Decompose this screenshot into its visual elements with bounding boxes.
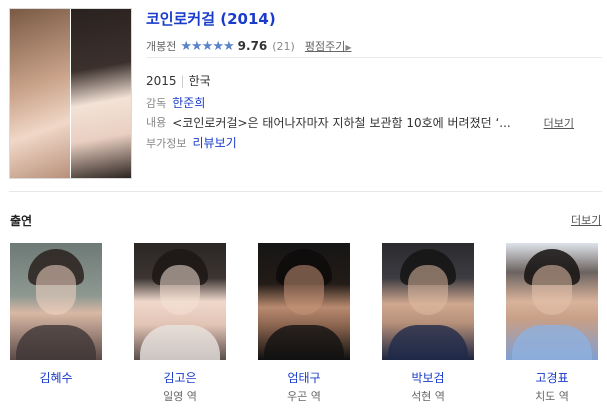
cast-name[interactable]: 김고은	[134, 371, 226, 385]
photo-face	[532, 265, 572, 315]
cast-role: 일영 역	[163, 390, 197, 403]
cast-name[interactable]: 고경표	[506, 371, 598, 385]
cast-section-title: 출연	[10, 214, 33, 228]
section-divider	[9, 191, 602, 192]
cast-member: 엄태구 우곤 역	[258, 243, 350, 403]
cast-more-link[interactable]: 더보기	[571, 212, 601, 228]
release-year: 2015	[146, 74, 177, 88]
chevron-right-icon: ▶	[345, 43, 352, 52]
release-info: 2015 | 한국	[146, 72, 211, 89]
poster-left-portrait	[10, 9, 70, 178]
cast-member: 김혜수	[10, 243, 102, 390]
photo-body	[388, 325, 468, 360]
poster-right-portrait	[71, 9, 131, 178]
cast-photo[interactable]	[258, 243, 350, 360]
movie-year: (2014)	[220, 9, 276, 28]
director-label: 감독	[146, 97, 167, 110]
cast-role: 치도 역	[535, 390, 569, 403]
cast-role: 우곤 역	[287, 390, 321, 403]
cast-member: 김고은 일영 역	[134, 243, 226, 403]
cast-name[interactable]: 박보검	[382, 371, 474, 385]
rate-movie-label: 평점주기	[304, 40, 346, 53]
plot-more-link[interactable]: 더보기	[544, 115, 574, 131]
rating-row: 개봉전 ★★★★★ 9.76 (21) 평점주기▶	[146, 35, 602, 58]
star-rating-icon: ★★★★★	[180, 38, 234, 54]
cast-photo[interactable]	[10, 243, 102, 360]
plot-info: 내용 <코인로커걸>은 태어나자마자 지하철 보관함 10호에 버려졌던 ‘...	[146, 114, 602, 131]
separator: |	[180, 74, 185, 88]
photo-body	[16, 325, 96, 360]
photo-body	[264, 325, 344, 360]
cast-photo[interactable]	[134, 243, 226, 360]
photo-face	[408, 265, 448, 315]
rate-movie-link[interactable]: 평점주기▶	[305, 38, 352, 54]
photo-face	[36, 265, 76, 315]
cast-member: 박보검 석현 역	[382, 243, 474, 403]
photo-body	[512, 325, 592, 360]
movie-poster[interactable]	[9, 8, 132, 179]
plot-summary: <코인로커걸>은 태어나자마자 지하철 보관함 10호에 버려졌던 ‘...	[172, 116, 511, 130]
extra-info: 부가정보 리뷰보기	[146, 134, 237, 151]
extra-label: 부가정보	[146, 137, 187, 150]
review-link[interactable]: 리뷰보기	[192, 136, 236, 150]
cast-name[interactable]: 김혜수	[10, 371, 102, 385]
photo-face	[160, 265, 200, 315]
cast-name[interactable]: 엄태구	[258, 371, 350, 385]
photo-body	[140, 325, 220, 360]
movie-title-link[interactable]: 코인로커걸 (2014)	[146, 8, 276, 29]
cast-photo[interactable]	[382, 243, 474, 360]
title-row: 코인로커걸 (2014)	[146, 7, 276, 29]
cast-role: 석현 역	[411, 390, 445, 403]
release-status: 개봉전	[146, 40, 177, 53]
rating-score: 9.76	[237, 39, 268, 53]
cast-member: 고경표 치도 역	[506, 243, 598, 403]
rating-count: (21)	[272, 39, 295, 53]
director-link[interactable]: 한준희	[172, 96, 205, 110]
movie-title: 코인로커걸	[146, 9, 216, 28]
cast-photo[interactable]	[506, 243, 598, 360]
director-info: 감독 한준희	[146, 94, 205, 111]
plot-label: 내용	[146, 116, 167, 129]
photo-face	[284, 265, 324, 315]
country: 한국	[188, 74, 211, 88]
